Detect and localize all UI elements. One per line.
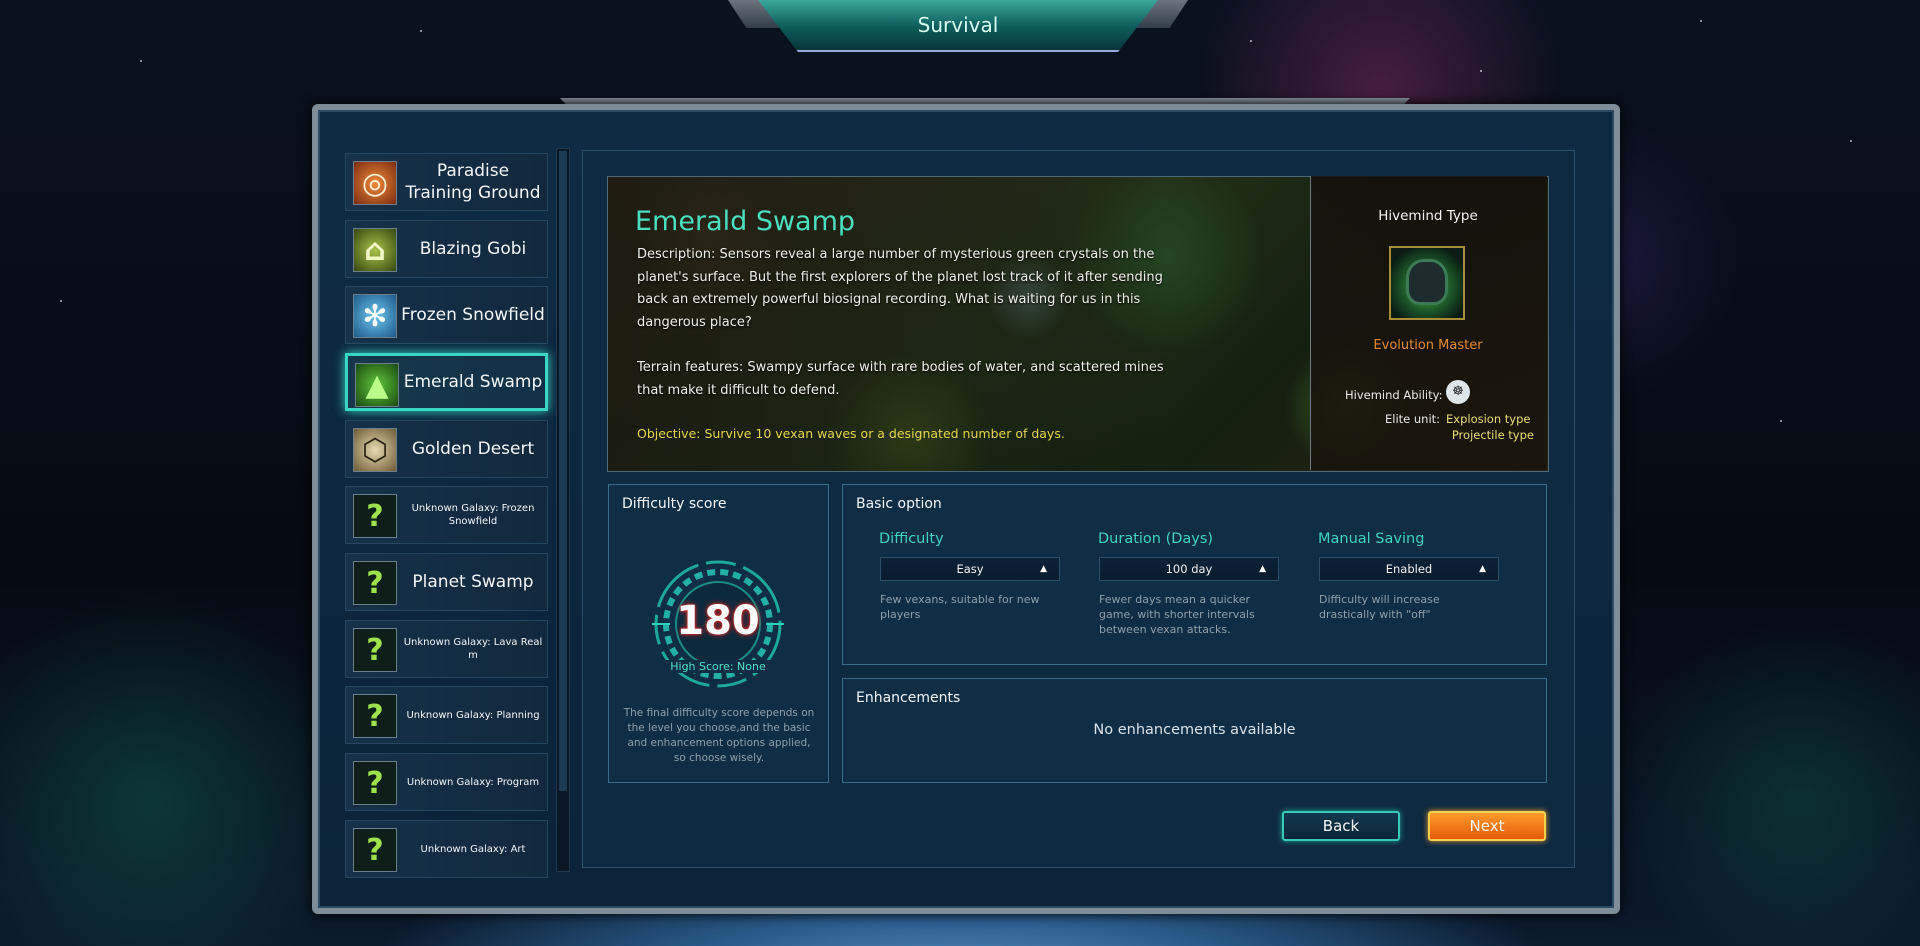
manual-saving-note: Difficulty will increase drastically wit…: [1319, 593, 1440, 621]
difficulty-note: Few vexans, suitable for new players: [880, 593, 1040, 621]
mode-title: Survival: [917, 13, 999, 37]
scrollbar-thumb[interactable]: [559, 151, 567, 791]
level-list: ◎ Paradise Training Ground ⌂ Blazing Gobi ✻ F…: [345, 148, 550, 878]
question-icon: ?: [353, 828, 397, 872]
level-item-label: Paradise Training Ground: [405, 161, 541, 203]
level-item[interactable]: ⬡ Golden Desert: [345, 420, 548, 478]
question-icon: ?: [353, 561, 397, 605]
manual-saving-label: Manual Saving: [1318, 531, 1425, 547]
enhancements-title: Enhancements: [856, 690, 961, 706]
duration-dropdown[interactable]: 100 day ▲: [1099, 557, 1279, 581]
level-item[interactable]: ? Unknown Galaxy: Art: [345, 820, 548, 878]
spiral-icon: ◎: [353, 161, 397, 205]
duration-label: Duration (Days): [1098, 531, 1214, 547]
caret-up-icon: ▲: [1040, 564, 1047, 574]
question-icon: ?: [353, 628, 397, 672]
level-item-label: Unknown Galaxy: Program: [406, 776, 540, 788]
hivemind-title: Hivemind Type: [1378, 208, 1478, 224]
elite-unit-type: Explosion type: [1446, 412, 1531, 426]
high-score: High Score: None: [640, 660, 796, 673]
level-item-label: Frozen Snowfield: [401, 305, 545, 325]
level-item-label: Unknown Galaxy: Frozen Snowfield: [411, 503, 535, 527]
difficulty-score-value: 180: [676, 598, 760, 644]
level-item[interactable]: ◎ Paradise Training Ground: [345, 153, 548, 211]
hivemind-portrait: [1389, 246, 1465, 320]
caret-up-icon: ▲: [1479, 564, 1486, 574]
level-item[interactable]: ? Unknown Galaxy: Frozen Snowfield: [345, 486, 548, 544]
snowflake-gear-icon: ✻: [353, 294, 397, 338]
difficulty-score-note: The final difficulty score depends on th…: [623, 707, 815, 764]
mountain-icon: ▲: [355, 363, 399, 407]
next-button[interactable]: Next: [1428, 811, 1546, 841]
manual-saving-dropdown[interactable]: Enabled ▲: [1319, 557, 1499, 581]
level-item-label: Unknown Galaxy: Planning: [406, 709, 540, 721]
back-button[interactable]: Back: [1282, 811, 1400, 841]
level-item-label: Golden Desert: [411, 439, 535, 459]
manual-saving-value: Enabled: [1385, 562, 1433, 576]
level-item-label: Planet Swamp: [412, 572, 534, 592]
map-terrain: Terrain features: Swampy surface with ra…: [637, 360, 1164, 398]
level-item-label: Unknown Galaxy: Art: [420, 843, 526, 855]
desert-dome-icon: ⌂: [353, 228, 397, 272]
level-item[interactable]: ? Planet Swamp: [345, 553, 548, 611]
hex-shield-icon: ⬡: [353, 428, 397, 472]
level-item[interactable]: ▲ Emerald Swamp: [345, 353, 548, 411]
level-item[interactable]: ✻ Frozen Snowfield: [345, 286, 548, 344]
enhancements-empty-text: No enhancements available: [1093, 722, 1296, 738]
hivemind-ability-icon[interactable]: ☸: [1446, 380, 1470, 404]
level-item-label: Emerald Swamp: [403, 372, 543, 392]
difficulty-score-title: Difficulty score: [622, 496, 727, 512]
level-item-label: Unknown Galaxy: Lava Real m: [403, 637, 543, 661]
question-icon: ?: [353, 761, 397, 805]
difficulty-dropdown[interactable]: Easy ▲: [880, 557, 1060, 581]
level-item-label: Blazing Gobi: [419, 239, 527, 259]
hivemind-ability-label: Hivemind Ability:: [1345, 388, 1443, 402]
map-title: Emerald Swamp: [635, 206, 856, 237]
map-description: Description: Sensors reveal a large numb…: [637, 247, 1163, 330]
level-item[interactable]: ? Unknown Galaxy: Planning: [345, 686, 548, 744]
map-objective: Objective: Survive 10 vexan waves or a d…: [637, 426, 1065, 441]
mode-header: Survival: [728, 0, 1188, 56]
duration-value: 100 day: [1165, 562, 1213, 576]
level-item[interactable]: ⌂ Blazing Gobi: [345, 220, 548, 278]
question-icon: ?: [353, 494, 397, 538]
difficulty-label: Difficulty: [879, 531, 944, 547]
elite-unit-type: Projectile type: [1451, 428, 1534, 442]
difficulty-value: Easy: [956, 562, 984, 576]
duration-note: Fewer days mean a quicker game, with sho…: [1099, 593, 1255, 636]
caret-up-icon: ▲: [1259, 564, 1266, 574]
question-icon: ?: [353, 694, 397, 738]
elite-unit-label: Elite unit:: [1385, 412, 1441, 426]
level-list-scrollbar[interactable]: [556, 148, 570, 872]
level-item[interactable]: ? Unknown Galaxy: Program: [345, 753, 548, 811]
basic-option-title: Basic option: [856, 496, 942, 512]
hivemind-name: Evolution Master: [1373, 338, 1483, 353]
level-item[interactable]: ? Unknown Galaxy: Lava Real m: [345, 620, 548, 678]
